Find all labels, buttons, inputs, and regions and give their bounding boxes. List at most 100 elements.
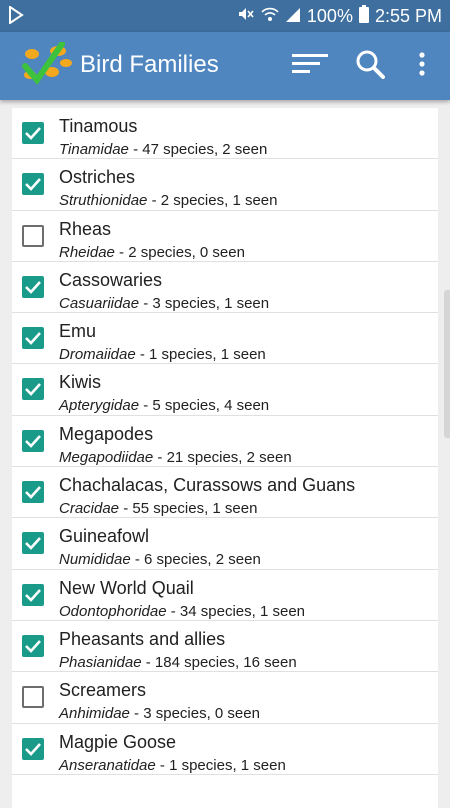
- battery-icon: [358, 5, 369, 28]
- family-name: Cassowaries: [59, 269, 163, 290]
- checkbox-checked[interactable]: [22, 275, 44, 298]
- family-latin-name: Megapodiidae: [59, 448, 154, 466]
- family-latin-name: Numididae: [59, 551, 131, 569]
- family-counts: - 34 species, 1 seen: [166, 602, 306, 620]
- app-logo-icon: [22, 41, 74, 90]
- mute-icon: [237, 5, 255, 28]
- app-title: Bird Families: [80, 51, 219, 78]
- sort-icon: [292, 53, 328, 80]
- family-row[interactable]: Magpie Goose Anseranatidae - 1 species, 1…: [12, 724, 438, 775]
- family-subtitle: Odontophoridae - 34 species, 1 seen: [59, 603, 305, 620]
- check-icon: [25, 127, 41, 140]
- play-store-notification-icon: [8, 5, 24, 29]
- family-name: Emu: [59, 321, 97, 342]
- checkbox-checked[interactable]: [22, 122, 44, 144]
- family-row[interactable]: Pheasants and allies Phasianidae - 184 sp…: [12, 621, 438, 673]
- family-latin-name: Phasianidae: [59, 653, 142, 671]
- check-icon: [25, 640, 41, 653]
- family-name: New World Quail: [59, 577, 194, 598]
- checkbox-checked[interactable]: [22, 737, 44, 760]
- family-subtitle: Dromaiidae - 1 species, 1 seen: [59, 346, 266, 363]
- checkbox-checked[interactable]: [22, 481, 44, 504]
- checkbox-checked[interactable]: [22, 583, 44, 606]
- family-latin-name: Anhimidae: [59, 705, 130, 723]
- family-subtitle: Anhimidae - 3 species, 0 seen: [59, 705, 260, 722]
- family-name: Tinamous: [59, 116, 138, 136]
- family-subtitle: Anseranatidae - 1 species, 1 seen: [59, 757, 286, 774]
- family-subtitle: Struthionidae - 2 species, 1 seen: [59, 192, 277, 209]
- family-counts: - 21 species, 2 seen: [153, 448, 292, 466]
- check-icon: [25, 588, 41, 602]
- family-row[interactable]: Screamers Anhimidae - 3 species, 0 seen: [12, 672, 438, 724]
- family-latin-name: Odontophoridae: [59, 602, 167, 620]
- family-counts: - 3 species, 0 seen: [129, 705, 260, 723]
- scroll-indicator[interactable]: [444, 290, 450, 438]
- family-latin-name: Tinamidae: [59, 141, 129, 158]
- family-row[interactable]: Emu Dromaiidae - 1 species, 1 seen: [12, 313, 438, 365]
- more-vert-icon: [419, 51, 425, 81]
- family-row[interactable]: Kiwis Apterygidae - 5 species, 4 seen: [12, 364, 438, 416]
- wifi-icon: [261, 5, 279, 28]
- checkbox-checked[interactable]: [22, 378, 44, 401]
- checkbox-checked[interactable]: [22, 429, 44, 452]
- family-subtitle: Phasianidae - 184 species, 16 seen: [59, 654, 297, 671]
- family-subtitle: Numididae - 6 species, 2 seen: [59, 551, 261, 568]
- family-row[interactable]: Megapodes Megapodiidae - 21 species, 2 se…: [12, 416, 438, 468]
- family-counts: - 2 species, 1 seen: [147, 192, 278, 210]
- family-latin-name: Dromaiidae: [59, 346, 136, 364]
- family-subtitle: Tinamidae - 47 species, 2 seen: [59, 141, 267, 158]
- family-row[interactable]: Ostriches Struthionidae - 2 species, 1 se…: [12, 159, 438, 211]
- clock: 2:55 PM: [374, 6, 442, 26]
- family-name: Magpie Goose: [59, 731, 177, 752]
- family-name: Kiwis: [59, 372, 102, 393]
- family-row[interactable]: New World Quail Odontophoridae - 34 speci…: [12, 570, 438, 621]
- search-icon: [355, 49, 385, 84]
- check-icon: [25, 178, 41, 192]
- family-name: Guineafowl: [59, 526, 150, 547]
- family-name: Chachalacas, Curassows and Guans: [59, 475, 356, 496]
- family-row[interactable]: Guineafowl Numididae - 6 species, 2 seen: [12, 518, 438, 570]
- family-counts: - 3 species, 1 seen: [139, 294, 270, 312]
- family-subtitle: Cracidae - 55 species, 1 seen: [59, 500, 257, 517]
- family-counts: - 6 species, 2 seen: [130, 551, 261, 569]
- family-name: Pheasants and allies: [59, 628, 226, 649]
- family-subtitle: Rheidae - 2 species, 0 seen: [59, 244, 245, 261]
- signal-icon: [285, 5, 301, 28]
- family-row[interactable]: Cassowaries Casuariidae - 3 species, 1 se…: [12, 262, 438, 314]
- family-name: Megapodes: [59, 423, 154, 444]
- family-counts: - 5 species, 4 seen: [139, 397, 270, 415]
- checkbox-unchecked[interactable]: [22, 686, 44, 709]
- family-subtitle: Apterygidae - 5 species, 4 seen: [59, 397, 269, 414]
- family-row[interactable]: Rheas Rheidae - 2 species, 0 seen: [12, 211, 438, 262]
- family-latin-name: Apterygidae: [59, 397, 140, 415]
- status-bar: 100% 2:55 PM: [0, 0, 450, 32]
- sort-button[interactable]: [292, 48, 328, 84]
- checkbox-unchecked[interactable]: [22, 224, 44, 247]
- family-list[interactable]: Tinamous Tinamidae - 47 species, 2 seen Os…: [12, 108, 438, 808]
- check-icon: [25, 281, 41, 294]
- family-latin-name: Cracidae: [59, 500, 120, 518]
- family-subtitle: Casuariidae - 3 species, 1 seen: [59, 295, 269, 312]
- family-subtitle: Megapodiidae - 21 species, 2 seen: [59, 449, 292, 466]
- checkbox-checked[interactable]: [22, 327, 44, 350]
- checkbox-checked[interactable]: [22, 634, 44, 657]
- check-icon: [25, 537, 41, 551]
- search-button[interactable]: [352, 48, 388, 84]
- family-counts: - 47 species, 2 seen: [128, 141, 268, 158]
- family-name: Rheas: [59, 218, 112, 239]
- checkbox-checked[interactable]: [22, 173, 44, 196]
- family-latin-name: Rheidae: [59, 243, 115, 261]
- family-counts: - 55 species, 1 seen: [119, 500, 258, 518]
- family-counts: - 1 species, 1 seen: [135, 346, 266, 364]
- family-counts: - 184 species, 16 seen: [141, 653, 297, 671]
- check-icon: [25, 383, 41, 397]
- family-name: Screamers: [59, 680, 147, 701]
- family-row[interactable]: Tinamous Tinamidae - 47 species, 2 seen: [12, 108, 438, 160]
- check-icon: [25, 742, 41, 756]
- family-counts: - 1 species, 1 seen: [155, 756, 286, 774]
- checkbox-checked[interactable]: [22, 532, 44, 555]
- overflow-menu-button[interactable]: [404, 48, 440, 84]
- family-row[interactable]: Chachalacas, Curassows and Guans Cracidae…: [12, 467, 438, 519]
- family-name: Ostriches: [59, 167, 136, 188]
- check-icon: [25, 332, 41, 346]
